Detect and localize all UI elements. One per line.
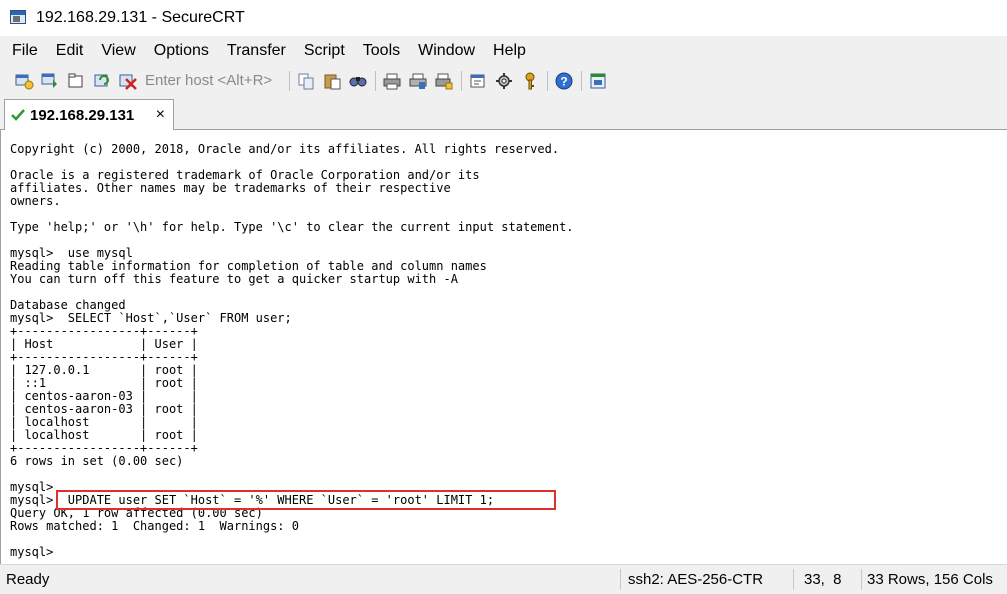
status-divider: [620, 569, 621, 590]
securecrt-app-icon: [10, 9, 28, 27]
reconnect-icon[interactable]: [91, 70, 113, 92]
svg-text:?: ?: [560, 74, 567, 88]
status-divider: [861, 569, 862, 590]
menu-file[interactable]: File: [10, 42, 40, 60]
print-icon[interactable]: [381, 70, 403, 92]
status-terminal-size: 33 Rows, 156 Cols: [867, 571, 993, 588]
session-tab-label: 192.168.29.131: [30, 106, 135, 124]
help-icon[interactable]: ?: [553, 70, 575, 92]
menu-script[interactable]: Script: [302, 42, 347, 60]
terminal-line: mysql>: [10, 545, 54, 559]
status-cursor-position: 33, 8: [804, 571, 842, 588]
connect-icon[interactable]: [13, 70, 35, 92]
session-tab[interactable]: 192.168.29.131 ×: [4, 99, 174, 130]
close-tab-icon[interactable]: ×: [156, 106, 165, 124]
status-divider: [793, 569, 794, 590]
highlight-annotation-box: [56, 490, 556, 510]
session-options-icon[interactable]: [467, 70, 489, 92]
toolbar-separator: [289, 70, 290, 91]
menu-bar: File Edit View Options Transfer Script T…: [0, 36, 1007, 65]
print-selection-icon[interactable]: [407, 70, 429, 92]
paste-icon[interactable]: [321, 70, 343, 92]
terminal-line: You can turn off this feature to get a q…: [10, 272, 458, 286]
connect-in-tab-icon[interactable]: [65, 70, 87, 92]
terminal-output[interactable]: Copyright (c) 2000, 2018, Oracle and/or …: [0, 130, 1007, 564]
terminal-line: owners.: [10, 194, 61, 208]
tab-strip: 192.168.29.131 ×: [0, 96, 1007, 130]
menu-transfer[interactable]: Transfer: [225, 42, 288, 60]
status-ready: Ready: [6, 571, 50, 588]
toolbar-separator: [581, 70, 582, 91]
status-cipher: ssh2: AES-256-CTR: [628, 571, 764, 588]
find-icon[interactable]: [347, 70, 369, 92]
menu-window[interactable]: Window: [416, 42, 477, 60]
toolbar: ?: [0, 65, 1007, 96]
menu-help[interactable]: Help: [491, 42, 528, 60]
terminal-line: Type 'help;' or '\h' for help. Type '\c'…: [10, 220, 574, 234]
toolbar-separator: [547, 70, 548, 91]
global-options-icon[interactable]: [493, 70, 515, 92]
disconnect-icon[interactable]: [117, 70, 139, 92]
checkmark-icon: [11, 109, 25, 121]
terminal-line: Copyright (c) 2000, 2018, Oracle and/or …: [10, 142, 560, 156]
copy-icon[interactable]: [295, 70, 317, 92]
menu-tools[interactable]: Tools: [361, 42, 402, 60]
toolbar-separator: [461, 70, 462, 91]
print-setup-icon[interactable]: [433, 70, 455, 92]
keymap-icon[interactable]: [519, 70, 541, 92]
enter-host-input[interactable]: [143, 69, 285, 92]
title-bar: 192.168.29.131 - SecureCRT: [0, 0, 1007, 36]
menu-options[interactable]: Options: [152, 42, 211, 60]
toolbar-separator: [375, 70, 376, 91]
quick-connect-icon[interactable]: [39, 70, 61, 92]
terminal-line: 6 rows in set (0.00 sec): [10, 454, 184, 468]
status-bar: Ready ssh2: AES-256-CTR 33, 8 33 Rows, 1…: [0, 564, 1007, 594]
terminal-line: affiliates. Other names may be trademark…: [10, 181, 451, 195]
menu-view[interactable]: View: [99, 42, 137, 60]
menu-edit[interactable]: Edit: [54, 42, 86, 60]
terminal-line: Rows matched: 1 Changed: 1 Warnings: 0: [10, 519, 299, 533]
window-title: 192.168.29.131 - SecureCRT: [36, 9, 245, 26]
sftp-icon[interactable]: [587, 70, 609, 92]
